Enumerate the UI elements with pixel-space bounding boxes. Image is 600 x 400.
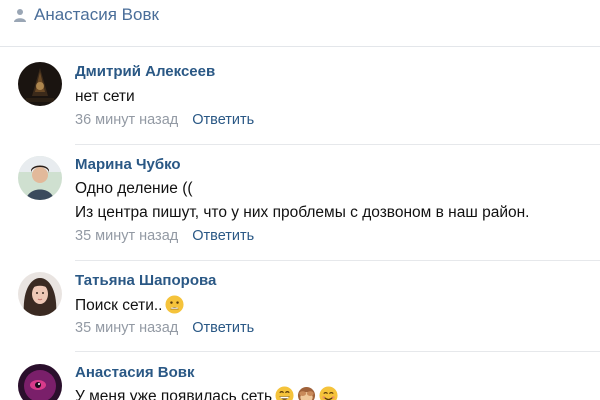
header-divider	[0, 46, 600, 47]
comment-time[interactable]: 35 минут назад	[75, 320, 178, 336]
comment-text-row: Поиск сети..	[75, 295, 185, 315]
person-icon	[14, 9, 26, 22]
post-author-name[interactable]: Анастасия Вовк	[34, 5, 159, 25]
comment-author[interactable]: Дмитрий Алексеев	[75, 63, 215, 80]
post-author[interactable]: Анастасия Вовк	[14, 3, 159, 27]
comment-meta: 35 минут назад Ответить	[75, 228, 254, 244]
comment-meta: 36 минут назад Ответить	[75, 112, 254, 128]
comment-author[interactable]: Марина Чубко	[75, 156, 181, 173]
reply-button[interactable]: Ответить	[192, 112, 254, 128]
frowning-face-emoji	[165, 295, 185, 314]
avatar[interactable]	[18, 62, 62, 106]
comment-text-row: У меня уже появилась сеть	[75, 386, 338, 400]
avatar[interactable]	[18, 156, 62, 200]
comment-author[interactable]: Анастасия Вовк	[75, 364, 194, 381]
see-no-evil-monkey-emoji	[297, 386, 316, 400]
comment-text: Из центра пишут, что у них проблемы с до…	[75, 204, 530, 221]
comment-meta: 35 минут назад Ответить	[75, 320, 254, 336]
comment-text: нет сети	[75, 88, 135, 105]
comment-divider	[75, 260, 600, 261]
comments-page: Анастасия Вовк Дмитрий Алексеев нет сети…	[0, 0, 600, 400]
avatar[interactable]	[18, 364, 62, 400]
reply-button[interactable]: Ответить	[192, 228, 254, 244]
comment-text: Поиск сети..	[75, 297, 163, 314]
smiling-face-emoji	[319, 386, 338, 400]
avatar[interactable]	[18, 272, 62, 316]
comment-time[interactable]: 35 минут назад	[75, 228, 178, 244]
comment-author[interactable]: Татьяна Шапорова	[75, 272, 216, 289]
comment-divider	[75, 144, 600, 145]
comment-text: У меня уже появилась сеть	[75, 388, 273, 400]
comment-text: Одно деление ((	[75, 180, 193, 197]
grinning-face-emoji	[275, 386, 294, 400]
comment-divider	[75, 351, 600, 352]
reply-button[interactable]: Ответить	[192, 320, 254, 336]
comment-time[interactable]: 36 минут назад	[75, 112, 178, 128]
